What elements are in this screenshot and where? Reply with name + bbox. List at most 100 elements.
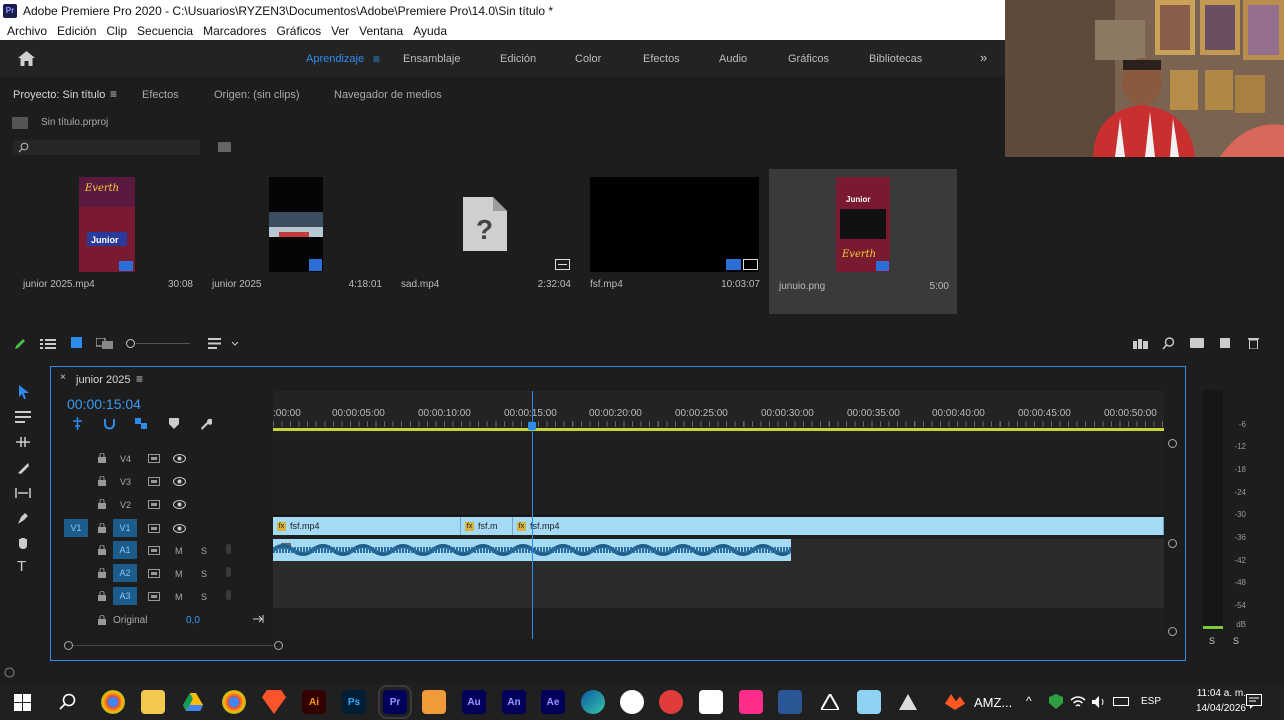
premiere-icon[interactable]: Pr xyxy=(378,685,412,719)
menu-edicion[interactable]: Edición xyxy=(57,24,96,38)
wrench-icon[interactable] xyxy=(199,417,212,430)
animate-icon[interactable]: An xyxy=(502,690,526,714)
track-scroll-handle[interactable] xyxy=(1168,627,1177,636)
snap-icon[interactable] xyxy=(103,417,116,430)
playhead-handle[interactable] xyxy=(528,422,536,430)
timeline-clip[interactable]: fx fsf.mp4 xyxy=(273,517,461,535)
microphone-icon[interactable] xyxy=(226,567,231,577)
sync-lock-icon[interactable] xyxy=(148,500,160,509)
project-search-input[interactable] xyxy=(13,140,200,155)
mute-button[interactable]: M xyxy=(175,546,183,556)
chevron-up-icon[interactable]: ^ xyxy=(1026,694,1032,708)
capcut-icon[interactable] xyxy=(699,690,723,714)
new-item-icon[interactable] xyxy=(1220,338,1230,348)
menu-clip[interactable]: Clip xyxy=(106,24,127,38)
track-label[interactable]: V1 xyxy=(113,519,137,537)
notifications-icon[interactable] xyxy=(1246,694,1262,709)
eye-icon[interactable] xyxy=(173,477,186,486)
tab-source[interactable]: Origen: (sin clips) xyxy=(214,89,300,101)
clip-item[interactable]: fsf.mp4 10:03:07 xyxy=(580,157,768,302)
workspace-color[interactable]: Color xyxy=(575,53,601,65)
app-icon[interactable] xyxy=(896,690,920,714)
app-icon[interactable] xyxy=(857,690,881,714)
lock-icon[interactable] xyxy=(98,476,106,486)
chrome-icon[interactable] xyxy=(101,690,125,714)
tab-media-browser[interactable]: Navegador de medios xyxy=(334,89,442,101)
pencil-icon[interactable] xyxy=(13,337,27,351)
workspace-bibliotecas[interactable]: Bibliotecas xyxy=(869,53,922,65)
lock-icon[interactable] xyxy=(98,499,106,509)
lock-icon[interactable] xyxy=(98,545,106,555)
menu-secuencia[interactable]: Secuencia xyxy=(137,24,193,38)
app-icon[interactable] xyxy=(422,690,446,714)
edge-icon[interactable] xyxy=(581,690,605,714)
sync-lock-icon[interactable] xyxy=(148,477,160,486)
mute-button[interactable]: M xyxy=(175,569,183,579)
work-area-bar[interactable] xyxy=(273,428,1164,431)
list-view-icon[interactable] xyxy=(40,338,56,350)
sync-lock-icon[interactable] xyxy=(148,454,160,463)
new-bin-icon[interactable] xyxy=(218,142,231,152)
home-icon[interactable] xyxy=(18,51,35,66)
menu-graficos[interactable]: Gráficos xyxy=(276,24,321,38)
security-shield-icon[interactable] xyxy=(1049,694,1063,709)
hscroll-left-handle[interactable] xyxy=(64,641,73,650)
razor-tool-icon[interactable] xyxy=(16,461,30,475)
zoom-slider-handle[interactable] xyxy=(126,339,135,348)
file-explorer-icon[interactable] xyxy=(141,690,165,714)
solo-button[interactable]: S xyxy=(201,592,207,602)
selection-tool-icon[interactable] xyxy=(17,384,31,400)
more-workspaces-icon[interactable]: » xyxy=(980,50,987,65)
workspace-menu-icon[interactable]: ≡ xyxy=(373,52,380,66)
app-icon[interactable] xyxy=(945,694,965,710)
find-icon[interactable] xyxy=(1162,337,1175,350)
sequence-menu-icon[interactable]: ≡ xyxy=(136,372,143,386)
mute-button[interactable]: M xyxy=(175,592,183,602)
icon-view-icon[interactable] xyxy=(71,337,82,348)
lock-icon[interactable] xyxy=(98,591,106,601)
type-tool-icon[interactable]: T xyxy=(17,558,26,575)
clip-item[interactable]: junior 2025 4:18:01 xyxy=(202,157,390,302)
microphone-icon[interactable] xyxy=(226,544,231,554)
go-to-end-icon[interactable] xyxy=(252,614,264,624)
sync-lock-icon[interactable] xyxy=(148,524,160,533)
lock-icon[interactable] xyxy=(98,568,106,578)
tab-project[interactable]: Proyecto: Sin título xyxy=(13,89,105,101)
tiktok-icon[interactable] xyxy=(739,690,763,714)
chrome-icon[interactable] xyxy=(222,690,246,714)
track-label[interactable]: A3 xyxy=(113,587,137,605)
trash-icon[interactable] xyxy=(1248,337,1259,349)
lock-icon[interactable] xyxy=(98,453,106,463)
hscroll-track[interactable] xyxy=(73,645,273,646)
sync-lock-icon[interactable] xyxy=(148,569,160,578)
wifi-icon[interactable] xyxy=(1070,695,1086,709)
workspace-ensamblaje[interactable]: Ensamblaje xyxy=(403,53,460,65)
sequence-tab[interactable]: junior 2025 xyxy=(76,374,130,386)
photoshop-icon[interactable]: Ps xyxy=(342,690,366,714)
ripple-edit-tool-icon[interactable] xyxy=(15,436,31,448)
menu-ver[interactable]: Ver xyxy=(331,24,349,38)
close-sequence-icon[interactable]: × xyxy=(60,372,66,383)
windows-start-icon[interactable] xyxy=(14,694,31,711)
timeline-vscroll-handle[interactable] xyxy=(1168,439,1177,448)
word-icon[interactable] xyxy=(778,690,802,714)
freeform-view-icon[interactable] xyxy=(96,338,114,350)
solo-button[interactable]: S xyxy=(201,546,207,556)
time-ruler[interactable]: :00:00 00:00:05:00 00:00:10:00 00:00:15:… xyxy=(273,391,1164,433)
zoom-slider-track[interactable] xyxy=(136,343,190,344)
microphone-icon[interactable] xyxy=(226,590,231,600)
workspace-aprendizaje[interactable]: Aprendizaje xyxy=(306,53,364,65)
clip-item[interactable]: Junior Everth junuio.png 5:00 xyxy=(769,169,957,314)
sync-lock-icon[interactable] xyxy=(148,592,160,601)
sort-icon[interactable] xyxy=(208,338,238,350)
timeline-clip[interactable]: fx fsf.mp4 xyxy=(513,517,1164,535)
new-bin-icon[interactable] xyxy=(1190,338,1204,348)
solo-button[interactable]: S xyxy=(201,569,207,579)
track-label[interactable]: A2 xyxy=(113,564,137,582)
pen-tool-icon[interactable] xyxy=(16,511,30,525)
eye-icon[interactable] xyxy=(173,500,186,509)
unity-icon[interactable] xyxy=(620,690,644,714)
workspace-graficos[interactable]: Gráficos xyxy=(788,53,829,65)
battery-icon[interactable] xyxy=(1113,697,1129,706)
google-drive-icon[interactable] xyxy=(181,690,205,714)
